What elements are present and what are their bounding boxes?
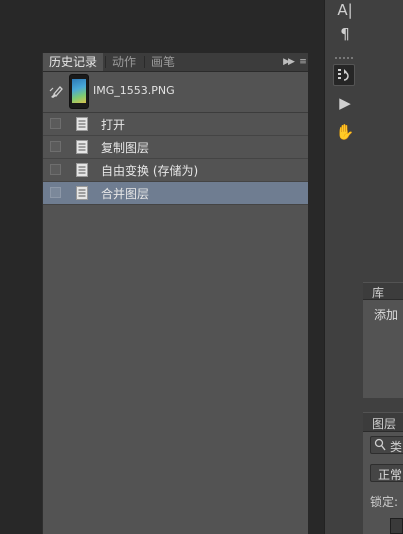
dock-grip-icon[interactable] [333, 56, 355, 60]
snapshot-thumbnail [69, 74, 89, 109]
actions-play-icon[interactable]: ▶ [335, 93, 355, 113]
lock-label: 锁定: [370, 495, 399, 509]
history-step-row[interactable]: 复制图层 [43, 136, 308, 159]
blend-mode-select[interactable]: 正常 [370, 464, 403, 482]
history-panel-tabbar: 历史记录 动作 画笔 ▶▶ ≡ [43, 53, 308, 72]
history-step-label: 自由变换 (存储为) [101, 164, 199, 178]
layer-filter-field[interactable]: 类 [370, 436, 403, 454]
panel-icon-dock: A| ¶ ▶ ✋ [324, 0, 365, 534]
layer-filter-text: 类 [390, 440, 403, 454]
document-icon [76, 186, 88, 200]
snapshot-label: IMG_1553.PNG [93, 84, 175, 97]
tab-history[interactable]: 历史记录 [43, 53, 104, 71]
step-checkbox[interactable] [50, 164, 61, 175]
history-step-row[interactable]: 自由变换 (存储为) [43, 159, 308, 182]
panel-gap [363, 398, 403, 412]
history-panel: 历史记录 动作 画笔 ▶▶ ≡ IMG_1553.PNG 打开 复制图层 自由变… [42, 53, 308, 534]
step-checkbox[interactable] [50, 141, 61, 152]
snapshot-row[interactable]: IMG_1553.PNG [43, 72, 308, 113]
step-checkbox[interactable] [50, 118, 61, 129]
blend-mode-value: 正常 [378, 468, 403, 482]
history-icon[interactable] [333, 64, 355, 86]
brush-preset-icon[interactable]: ✋ [335, 122, 355, 142]
document-icon [76, 117, 88, 131]
search-icon [374, 438, 386, 451]
history-step-label: 打开 [101, 118, 126, 132]
tab-layers[interactable]: 图层 [363, 413, 403, 432]
layer-thumbnail[interactable] [390, 518, 403, 534]
history-brush-icon[interactable] [49, 85, 63, 99]
history-step-label: 合并图层 [101, 187, 150, 201]
tab-actions[interactable]: 动作 [106, 53, 142, 71]
history-step-row-selected[interactable]: 合并图层 [43, 182, 308, 205]
document-icon [76, 140, 88, 154]
thumbnail-screen [72, 79, 86, 103]
double-arrow-right-icon[interactable]: ▶▶ [281, 54, 295, 70]
paragraph-icon[interactable]: ¶ [335, 24, 355, 44]
library-add-text[interactable]: 添加 [374, 306, 398, 323]
step-checkbox[interactable] [50, 187, 61, 198]
right-panels: 库 添加 图层 类 正常 锁定: [363, 0, 403, 534]
panel-gap [363, 0, 403, 282]
character-icon[interactable]: A| [335, 0, 355, 20]
tab-library[interactable]: 库 [363, 283, 403, 300]
tab-brushes[interactable]: 画笔 [145, 53, 181, 71]
history-step-label: 复制图层 [101, 141, 150, 155]
panel-menu-icon[interactable]: ≡ [298, 54, 308, 70]
layers-tab-label: 图层 [372, 417, 397, 431]
document-icon [76, 163, 88, 177]
history-step-row[interactable]: 打开 [43, 113, 308, 136]
library-tab-label: 库 [372, 286, 385, 300]
